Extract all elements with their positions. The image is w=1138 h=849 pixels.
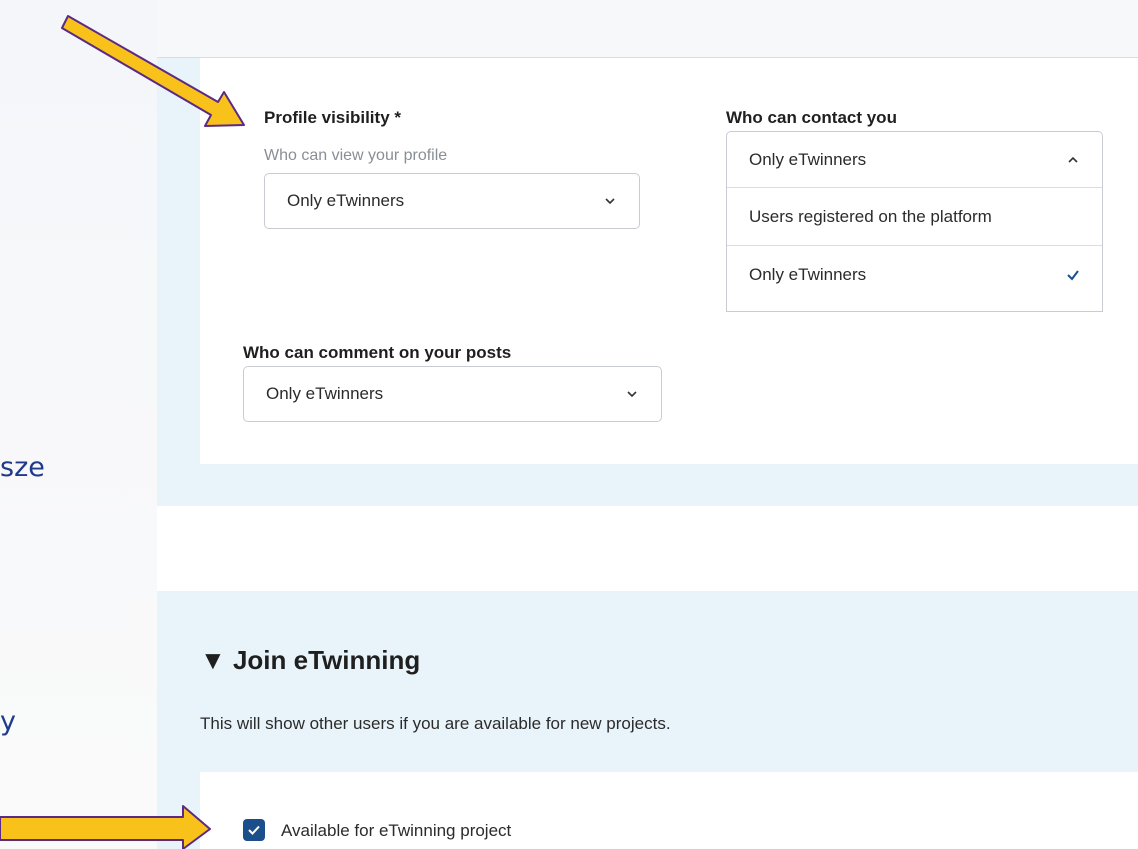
arrow-annotation xyxy=(0,15,245,849)
